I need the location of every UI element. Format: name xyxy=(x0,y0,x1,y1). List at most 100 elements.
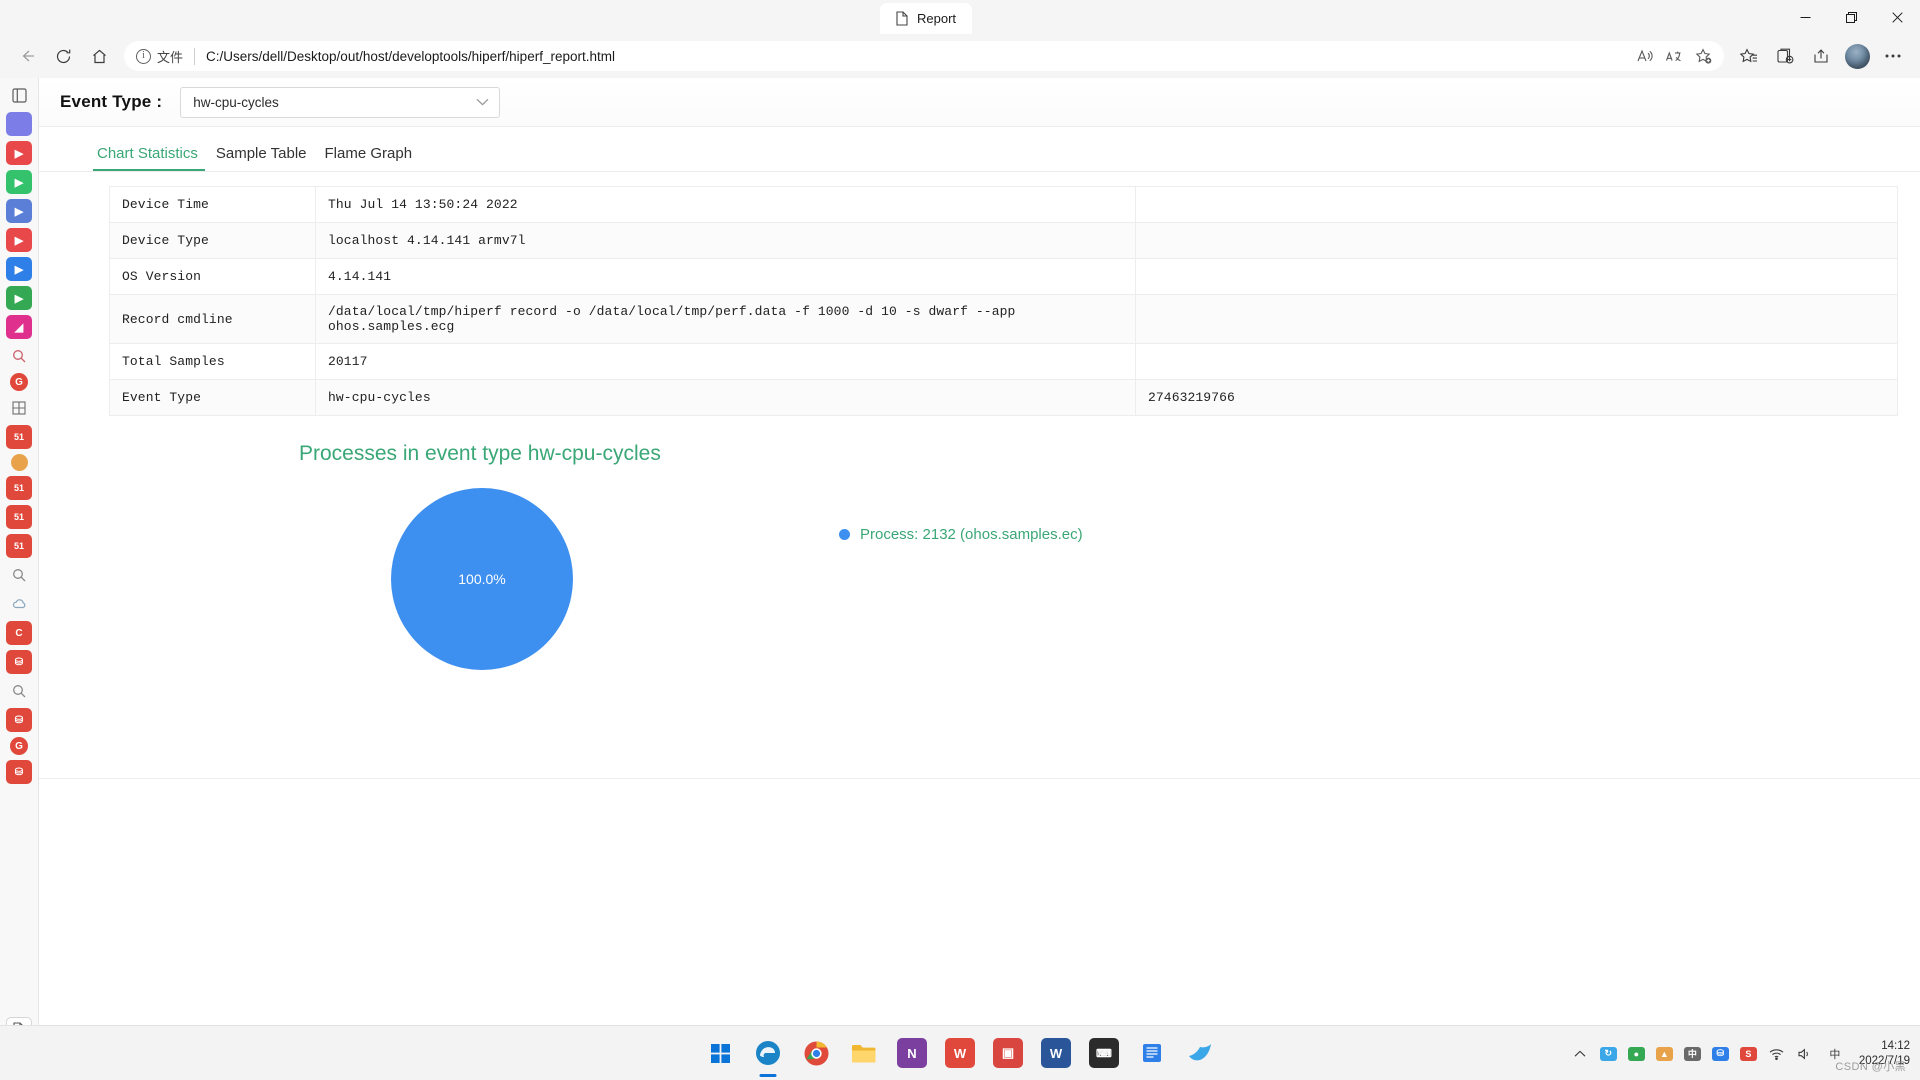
refresh-icon[interactable] xyxy=(46,39,80,73)
ime-tray-icon[interactable]: 中 xyxy=(1683,1046,1701,1061)
app-icon-11[interactable] xyxy=(1185,1038,1215,1068)
sidebar-item-5[interactable]: ▶ xyxy=(6,228,32,252)
translate-icon[interactable] xyxy=(1660,43,1688,69)
url-separator xyxy=(194,47,196,65)
info-value: hw-cpu-cycles xyxy=(315,379,1136,416)
sidebar-item-3[interactable]: ▶ xyxy=(6,170,32,194)
network-icon[interactable] xyxy=(1768,1045,1786,1063)
search-icon-2[interactable] xyxy=(6,563,32,587)
info-value: /data/local/tmp/hiperf record -o /data/l… xyxy=(315,294,1136,344)
avatar xyxy=(1844,43,1870,69)
onenote-icon[interactable]: N xyxy=(897,1038,927,1068)
cloud-icon[interactable] xyxy=(6,592,32,616)
close-button[interactable] xyxy=(1874,0,1920,34)
info-key: Device Time xyxy=(109,186,316,223)
tab-sample-table[interactable]: Sample Table xyxy=(207,145,316,171)
text-editor-icon[interactable] xyxy=(1137,1038,1167,1068)
sidebar-item-9[interactable]: 51 xyxy=(6,425,32,449)
add-favorite-icon[interactable] xyxy=(1690,43,1718,69)
shield-icon[interactable]: ▲ xyxy=(1655,1046,1673,1061)
tabs-underline xyxy=(39,171,1920,172)
sync-icon[interactable]: ↻ xyxy=(1599,1046,1617,1061)
info-extra xyxy=(1135,294,1898,344)
app-tray-icon-3[interactable]: S xyxy=(1739,1046,1757,1061)
sidebar-item-16[interactable]: G xyxy=(10,737,28,755)
taskbar-apps: N W ▣ W ⌨ xyxy=(705,1038,1215,1068)
wps-icon[interactable]: W xyxy=(945,1038,975,1068)
profile-avatar[interactable] xyxy=(1840,39,1874,73)
favorites-icon[interactable] xyxy=(1732,39,1766,73)
maximize-button[interactable] xyxy=(1828,0,1874,34)
word-icon[interactable]: W xyxy=(1041,1038,1071,1068)
chrome-icon[interactable] xyxy=(801,1038,831,1068)
sidebar-item-7[interactable]: ▶ xyxy=(6,286,32,310)
start-button[interactable] xyxy=(705,1038,735,1068)
sidebar-item-6[interactable]: ▶ xyxy=(6,257,32,281)
app-tray-icon[interactable]: ● xyxy=(1627,1046,1645,1061)
event-type-select[interactable]: hw-cpu-cycles xyxy=(180,86,501,118)
info-value: 20117 xyxy=(315,343,1136,380)
app-icon-7[interactable]: ▣ xyxy=(993,1038,1023,1068)
search-icon-3[interactable] xyxy=(6,679,32,703)
browser-tab-report[interactable]: Report xyxy=(880,3,973,34)
browser-window: Report i 文件 C:/Users/dell/Desktop/out/ho… xyxy=(0,0,1920,1080)
minimize-button[interactable] xyxy=(1782,0,1828,34)
sidebar-item-1[interactable] xyxy=(6,112,32,136)
info-extra: 27463219766 xyxy=(1135,379,1898,416)
sidebar-item-11[interactable]: 51 xyxy=(6,505,32,529)
sidebar-item-17[interactable]: ⛁ xyxy=(6,760,32,784)
tab-sample-table-label: Sample Table xyxy=(215,145,307,162)
app-tray-icon-2[interactable]: ⛁ xyxy=(1711,1046,1729,1061)
legend-label: Process: 2132 (ohos.samples.ec) xyxy=(860,526,1083,543)
tab-chart-statistics[interactable]: Chart Statistics xyxy=(91,145,207,171)
sidebar-item-10[interactable]: 51 xyxy=(6,476,32,500)
settings-more-icon[interactable] xyxy=(1876,39,1910,73)
info-key: Event Type xyxy=(109,379,316,416)
pie-chart[interactable]: 100.0% xyxy=(391,488,573,670)
info-key: Record cmdline xyxy=(109,294,316,344)
report-tabs: Chart Statistics Sample Table Flame Grap… xyxy=(39,127,1920,171)
sidebar-item-12[interactable]: 51 xyxy=(6,534,32,558)
sidebar-item-2[interactable]: ▶ xyxy=(6,141,32,165)
read-aloud-icon[interactable] xyxy=(1630,43,1658,69)
back-arrow-icon[interactable] xyxy=(10,39,44,73)
terminal-icon[interactable]: ⌨ xyxy=(1089,1038,1119,1068)
sidebar-item-15[interactable]: ⛁ xyxy=(6,708,32,732)
window-controls xyxy=(1782,0,1920,34)
home-icon[interactable] xyxy=(82,39,116,73)
grid-icon[interactable] xyxy=(6,396,32,420)
tab-chart-statistics-label: Chart Statistics xyxy=(97,145,198,162)
table-row: Event Type hw-cpu-cycles 27463219766 xyxy=(109,379,1898,416)
url-input[interactable]: C:/Users/dell/Desktop/out/host/developto… xyxy=(206,49,615,64)
table-row: Device Type localhost 4.14.141 armv7l xyxy=(109,222,1898,259)
edge-sidebar: ▶ ▶ ▶ ▶ ▶ ▶ ◢ G 51 51 51 51 C ⛁ ⛁ G ⛁ xyxy=(0,78,39,1080)
sidebar-item-13[interactable]: C xyxy=(6,621,32,645)
volume-icon[interactable] xyxy=(1797,1045,1815,1063)
info-value: localhost 4.14.141 armv7l xyxy=(315,222,1136,259)
show-hidden-icons-icon[interactable] xyxy=(1571,1045,1589,1063)
share-icon[interactable] xyxy=(1804,39,1838,73)
sidebar-item-top[interactable] xyxy=(6,83,32,107)
search-icon[interactable] xyxy=(6,344,32,368)
tab-flame-graph[interactable]: Flame Graph xyxy=(316,145,422,171)
address-bar[interactable]: i 文件 C:/Users/dell/Desktop/out/host/deve… xyxy=(124,41,1724,71)
site-info-label: 文件 xyxy=(157,49,184,65)
sidebar-item-globe[interactable]: G xyxy=(10,373,28,391)
sidebar-item-4[interactable]: ▶ xyxy=(6,199,32,223)
collections-icon[interactable] xyxy=(1768,39,1802,73)
sidebar-item-sphere[interactable] xyxy=(10,454,28,471)
chart-legend[interactable]: Process: 2132 (ohos.samples.ec) xyxy=(839,526,1083,543)
edge-icon[interactable] xyxy=(753,1038,783,1068)
site-info[interactable]: i 文件 xyxy=(136,47,183,66)
windows-taskbar: N W ▣ W ⌨ ↻ ● ▲ 中 ⛁ S 中 14:12 2022/7/19 … xyxy=(0,1025,1920,1080)
info-key: Total Samples xyxy=(109,343,316,380)
file-explorer-icon[interactable] xyxy=(849,1038,879,1068)
sidebar-item-14[interactable]: ⛁ xyxy=(6,650,32,674)
report-info-table: Device Time Thu Jul 14 13:50:24 2022 Dev… xyxy=(109,186,1898,416)
info-key: OS Version xyxy=(109,258,316,295)
info-value: Thu Jul 14 13:50:24 2022 xyxy=(315,186,1136,223)
clock-time: 14:12 xyxy=(1881,1040,1910,1053)
sidebar-item-8[interactable]: ◢ xyxy=(6,315,32,339)
document-icon xyxy=(896,11,908,26)
pie-slice-0[interactable]: 100.0% xyxy=(391,488,573,670)
